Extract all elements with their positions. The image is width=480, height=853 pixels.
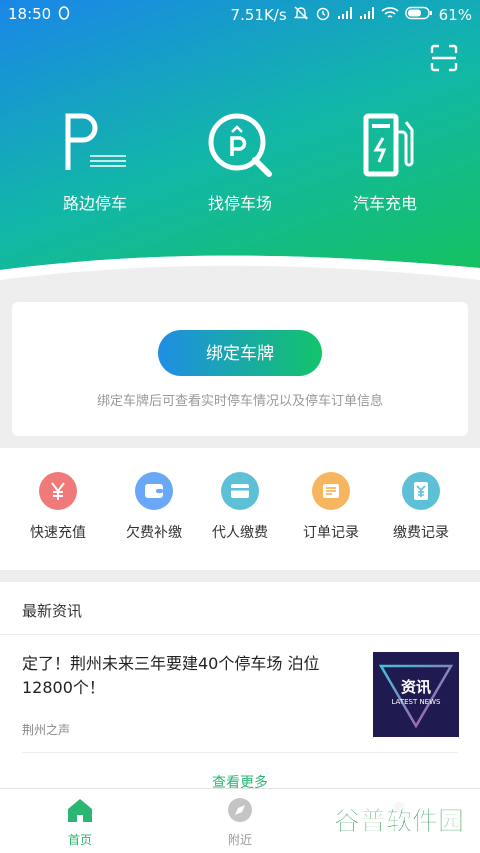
scan-button[interactable]	[430, 44, 458, 72]
tab-nearby[interactable]: 附近	[190, 797, 290, 848]
wallet-icon	[135, 472, 173, 510]
quick-action-label: 快速充值	[30, 525, 86, 541]
qq-icon	[58, 5, 70, 25]
signal-icon-2	[359, 6, 375, 24]
news-thumb-subtitle: LATEST NEWS	[391, 698, 441, 706]
alarm-icon	[315, 5, 331, 25]
wifi-icon	[381, 6, 399, 24]
tab-label: 首页	[67, 833, 92, 847]
feature-ev-charging[interactable]: 汽车充电	[315, 110, 455, 220]
battery-level: 61%	[438, 6, 472, 24]
feature-label: 汽车充电	[352, 194, 417, 213]
receipt-icon	[402, 472, 440, 510]
status-bar: 18:50 7.51K/s 61%	[0, 0, 480, 28]
arrears-payment[interactable]: 欠费补缴	[106, 472, 202, 542]
tab-home[interactable]: 首页	[30, 797, 130, 848]
watermark-text: 谷普软件园	[334, 806, 464, 837]
feature-label: 找停车场	[207, 194, 272, 213]
news-item-source: 荆州之声	[22, 723, 71, 737]
news-thumbnail[interactable]: 资讯 LATEST NEWS	[373, 652, 459, 737]
feature-street-parking[interactable]: 路边停车	[25, 110, 165, 220]
quick-action-label: 缴费记录	[393, 525, 449, 541]
proxy-payment[interactable]: 代人缴费	[192, 472, 288, 542]
order-records[interactable]: 订单记录	[283, 472, 379, 542]
list-icon	[312, 472, 350, 510]
divider	[22, 752, 458, 753]
quick-action-label: 欠费补缴	[126, 525, 182, 541]
quick-recharge[interactable]: 快速充值	[10, 472, 106, 542]
signal-icon	[337, 6, 353, 24]
home-icon	[68, 799, 92, 822]
news-section: 最新资讯 定了！荆州未来三年要建40个停车场 泊位12800个！ 荆州之声 资讯…	[0, 582, 480, 792]
card-icon	[221, 472, 259, 510]
tab-label: 附近	[227, 833, 252, 847]
quick-action-label: 代人缴费	[212, 525, 268, 541]
feature-find-parking[interactable]: 找停车场	[170, 110, 310, 220]
news-item-title[interactable]: 定了！荆州未来三年要建40个停车场 泊位12800个！	[22, 652, 342, 700]
mute-icon	[293, 5, 309, 25]
battery-icon	[404, 6, 433, 24]
quick-actions: 快速充值 欠费补缴 代人缴费 订单记录 缴费记录	[0, 448, 480, 570]
scan-icon	[430, 44, 458, 72]
wave-divider	[0, 255, 480, 290]
yen-icon	[39, 472, 77, 510]
charging-station-icon	[363, 113, 414, 177]
news-thumb-title: 资讯	[400, 678, 431, 696]
find-parking-icon	[208, 113, 272, 177]
bind-plate-card: 绑定车牌 绑定车牌后可查看实时停车情况以及停车订单信息	[12, 302, 468, 436]
status-time: 18:50	[8, 5, 52, 23]
news-heading: 最新资讯	[22, 602, 83, 620]
divider	[0, 634, 480, 635]
network-speed: 7.51K/s	[230, 6, 287, 24]
watermark-logo: 谷普软件园	[328, 800, 470, 840]
bind-plate-tip: 绑定车牌后可查看实时停车情况以及停车订单信息	[96, 394, 383, 409]
payment-records[interactable]: 缴费记录	[373, 472, 469, 542]
feature-label: 路边停车	[62, 194, 127, 213]
parking-p-icon	[65, 113, 126, 170]
compass-icon	[228, 798, 252, 822]
bind-plate-button[interactable]: 绑定车牌	[158, 330, 322, 376]
quick-action-label: 订单记录	[303, 525, 359, 541]
